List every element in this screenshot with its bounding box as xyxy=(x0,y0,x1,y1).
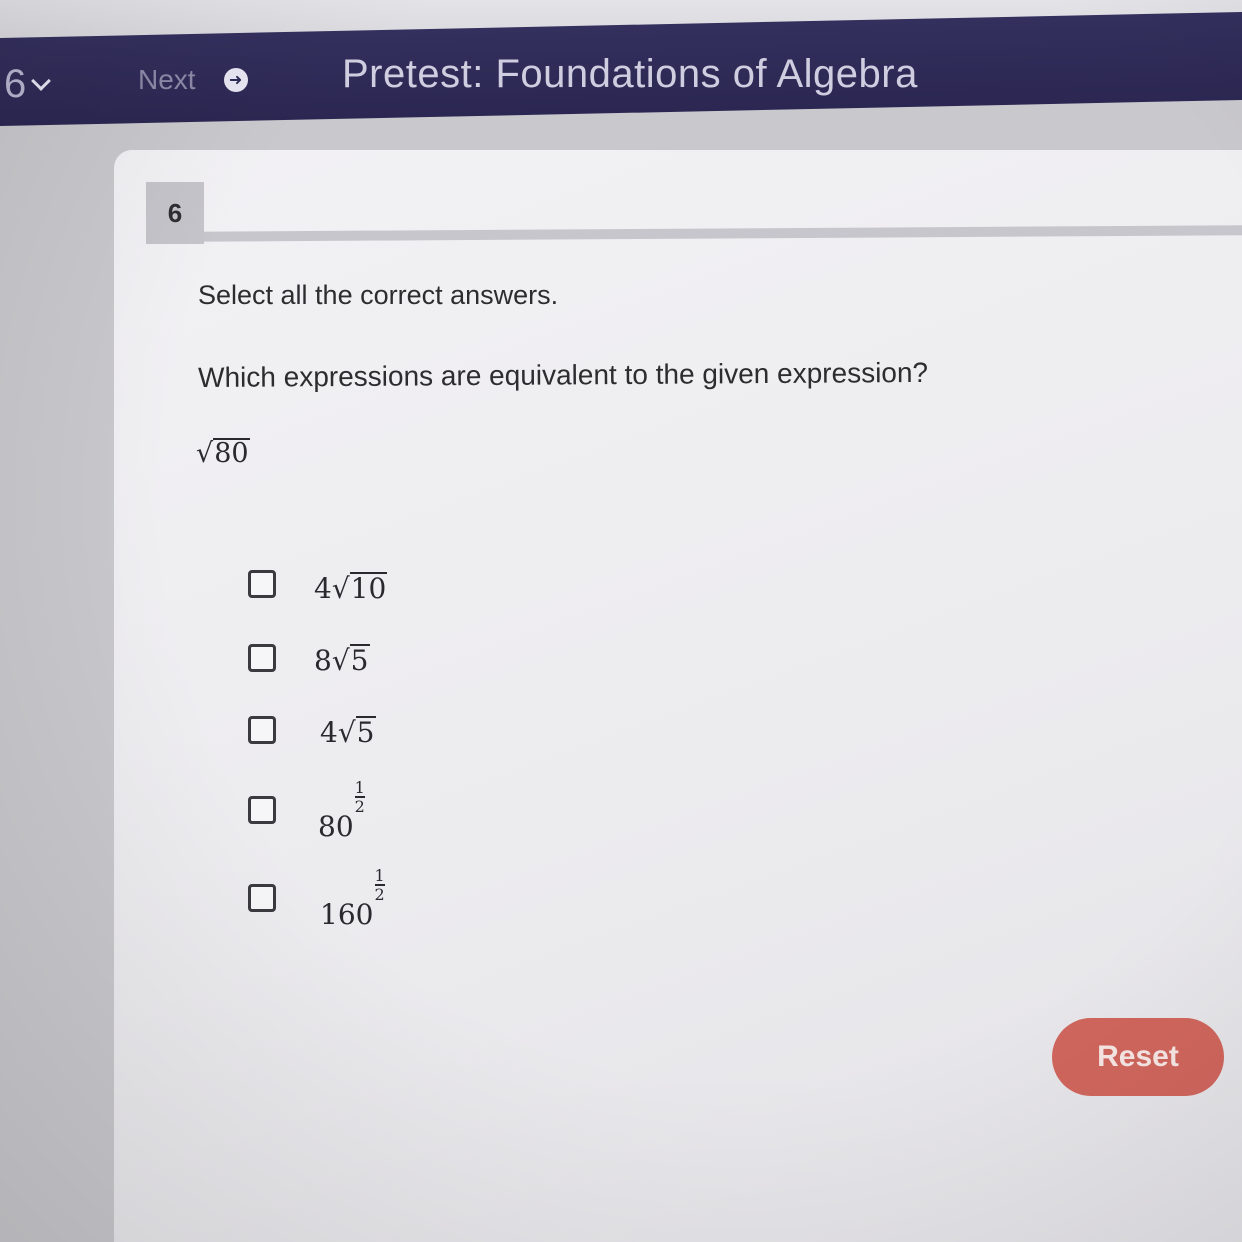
option-5-exp-denominator: 2 xyxy=(374,884,385,904)
answer-option-5[interactable]: 160 1 2 xyxy=(248,868,385,931)
chevron-down-icon xyxy=(31,71,52,91)
radical-sign: √ xyxy=(337,716,356,749)
question-number-badge: 6 xyxy=(146,182,204,244)
option-4-exp-denominator: 2 xyxy=(354,796,365,816)
answer-option-3[interactable]: 4√5 xyxy=(248,716,376,749)
checkbox-option-1[interactable] xyxy=(248,570,276,598)
navigation-content: 6 Next ➜ Pretest: Foundations of Algebra xyxy=(0,42,1242,122)
checkbox-option-3[interactable] xyxy=(248,716,276,744)
option-1-coefficient: 4 xyxy=(314,572,332,605)
checkbox-option-2[interactable] xyxy=(248,644,276,672)
given-expression: √80 xyxy=(196,438,250,469)
option-5-exp-numerator: 1 xyxy=(374,866,385,885)
radical-sign: √ xyxy=(331,644,350,677)
page-title: Pretest: Foundations of Algebra xyxy=(342,52,918,96)
given-radicand: 80 xyxy=(213,438,250,469)
question-selector-number: 6 xyxy=(4,62,27,106)
option-2-coefficient: 8 xyxy=(314,644,332,677)
answer-option-4[interactable]: 80 1 2 xyxy=(248,780,365,843)
option-5-expression: 160 1 2 xyxy=(320,868,385,932)
instruction-text: Select all the correct answers. xyxy=(198,280,559,310)
option-4-exp-numerator: 1 xyxy=(354,778,365,797)
option-1-expression: 4√10 xyxy=(314,572,388,605)
option-5-base: 160 xyxy=(320,898,374,931)
option-4-base: 80 xyxy=(318,810,354,843)
option-1-radicand: 10 xyxy=(349,572,388,605)
radical-sign: √ xyxy=(196,438,214,469)
radical-sign: √ xyxy=(331,572,350,605)
option-4-expression: 80 1 2 xyxy=(318,780,365,844)
answer-option-2[interactable]: 8√5 xyxy=(248,644,370,677)
option-4-exponent: 12 xyxy=(354,778,365,816)
next-label: Next xyxy=(138,64,196,95)
option-3-expression: 4√5 xyxy=(320,716,376,749)
checkbox-option-4[interactable] xyxy=(248,796,276,824)
answer-option-1[interactable]: 4√10 xyxy=(248,570,388,605)
reset-button[interactable]: Reset xyxy=(1052,1018,1224,1096)
option-2-expression: 8√5 xyxy=(314,644,370,677)
option-5-exponent: 12 xyxy=(374,866,385,904)
next-button[interactable]: Next ➜ xyxy=(138,64,248,96)
option-3-coefficient: 4 xyxy=(320,716,338,749)
question-selector[interactable]: 6 xyxy=(4,60,52,108)
arrow-right-circle-icon: ➜ xyxy=(223,68,248,92)
option-2-radicand: 5 xyxy=(349,644,370,677)
question-prompt: Which expressions are equivalent to the … xyxy=(198,356,929,393)
checkbox-option-5[interactable] xyxy=(248,884,276,912)
option-3-radicand: 5 xyxy=(355,716,376,749)
